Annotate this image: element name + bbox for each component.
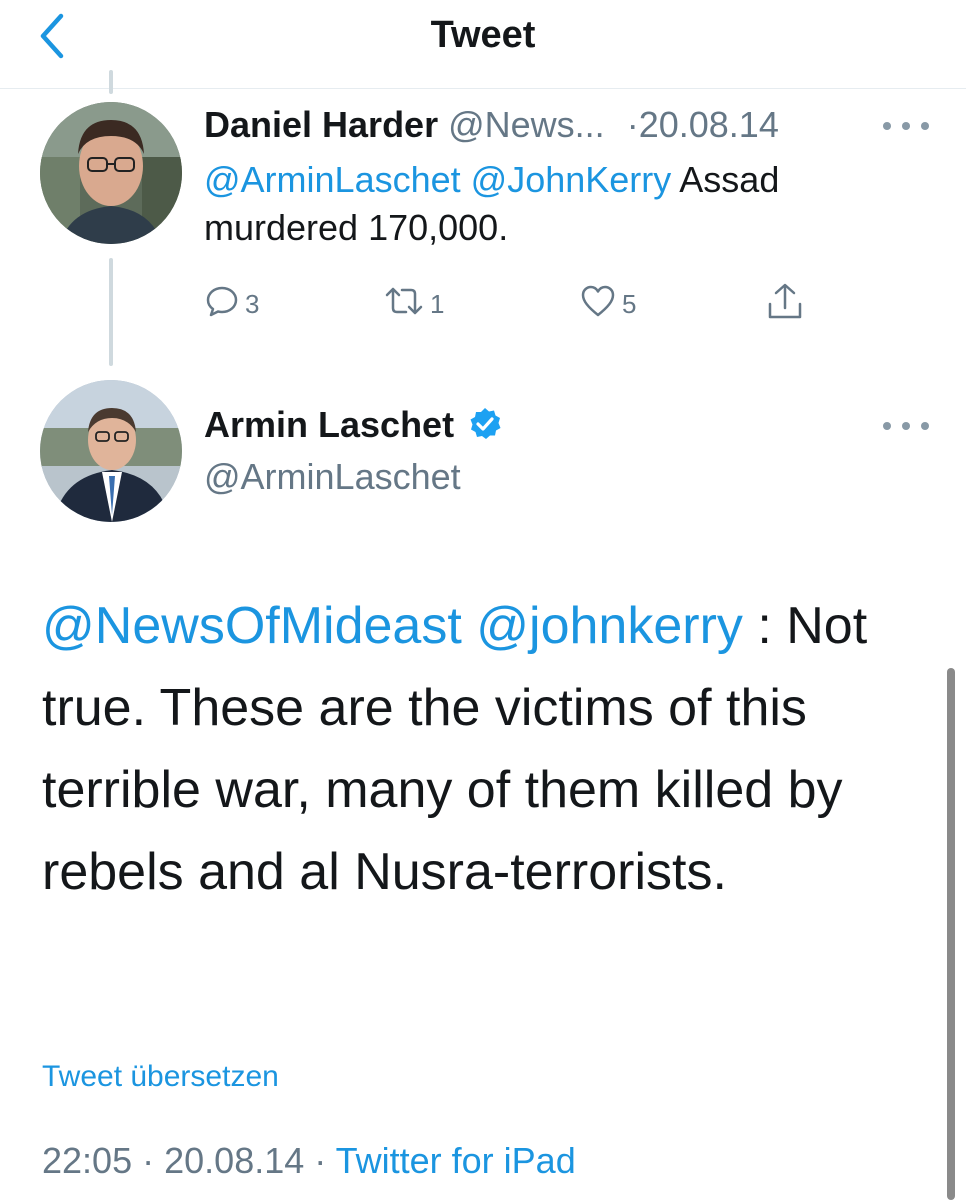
reply-date[interactable]: 20.08.14 (639, 104, 779, 145)
reply-more-options-icon[interactable] (883, 118, 929, 134)
meta-separator-1: · (142, 1140, 155, 1181)
reply-text-part2: murdered 170,000. (204, 207, 509, 248)
main-mentions[interactable]: @NewsOfMideast @johnkerry (42, 597, 743, 655)
retweet-button[interactable]: 1 (384, 284, 444, 325)
tweet-date: 20.08.14 (164, 1140, 305, 1181)
top-nav-bar: Tweet (0, 0, 966, 89)
like-count: 5 (622, 289, 637, 319)
reply-author-line: Daniel Harder @News... ·20.08.14 (204, 104, 779, 146)
reply-count: 3 (245, 289, 260, 319)
translate-tweet-link[interactable]: Tweet übersetzen (42, 1060, 279, 1094)
page-title: Tweet (430, 14, 536, 56)
main-author-line: Armin Laschet (204, 404, 502, 450)
tweet-source-link[interactable]: Twitter for iPad (336, 1140, 576, 1181)
avatar-armin-laschet[interactable] (40, 380, 182, 522)
comment-icon (205, 284, 239, 325)
reply-text-part1: Assad (679, 159, 780, 200)
meta-separator-2: · (314, 1140, 327, 1181)
verified-badge-icon (468, 407, 502, 450)
scrollbar[interactable] (947, 668, 955, 1200)
reply-mentions[interactable]: @ArminLaschet @JohnKerry (204, 159, 671, 200)
main-tweet-text: @NewsOfMideast @johnkerry : Not true. Th… (42, 585, 922, 913)
like-button[interactable]: 5 (580, 284, 636, 325)
reply-handle[interactable]: @News... (448, 104, 605, 145)
thread-line (109, 258, 113, 366)
thread-line-top (109, 70, 113, 94)
main-handle[interactable]: @ArminLaschet (204, 456, 461, 498)
reply-date-separator: · (626, 104, 639, 145)
main-more-options-icon[interactable] (883, 418, 929, 434)
retweet-icon (384, 284, 424, 325)
reply-button[interactable]: 3 (205, 284, 259, 325)
share-icon (766, 282, 804, 329)
main-display-name[interactable]: Armin Laschet (204, 404, 454, 445)
avatar-daniel-harder[interactable] (40, 102, 182, 244)
tweet-meta: 22:05 · 20.08.14 · Twitter for iPad (42, 1140, 576, 1182)
reply-tweet-text: @ArminLaschet @JohnKerry Assad murdered … (204, 156, 904, 252)
retweet-count: 1 (430, 289, 445, 319)
main-mention-suffix: : (757, 597, 772, 655)
heart-icon (580, 284, 616, 325)
tweet-time: 22:05 (42, 1140, 133, 1181)
share-button[interactable] (766, 282, 804, 329)
reply-display-name[interactable]: Daniel Harder (204, 104, 438, 145)
